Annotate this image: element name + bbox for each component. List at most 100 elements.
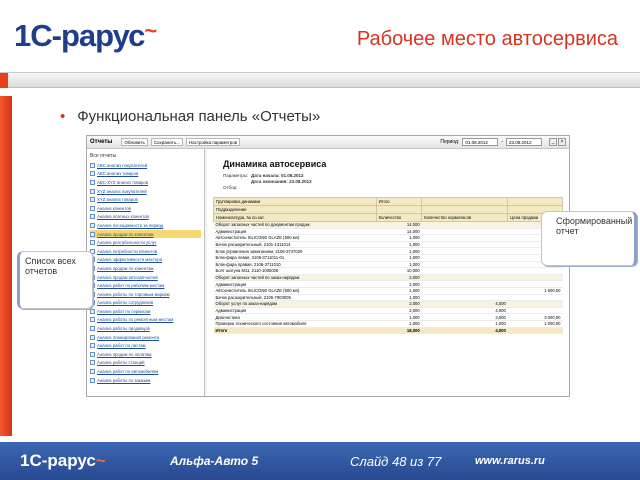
callout-reports-list: Список всех отчетов	[17, 251, 93, 309]
report-icon	[90, 317, 95, 323]
report-icon	[90, 369, 95, 375]
report-list-item[interactable]: Анализ продаж автозапчастей	[90, 273, 201, 282]
report-list-item[interactable]: Анализ работы станций	[90, 359, 201, 368]
report-list-item[interactable]: Анализ посещаемости за период	[90, 221, 201, 230]
report-icon	[90, 360, 95, 366]
window-toolbar: Отчеты Обновить Сохранить... Настройка п…	[87, 136, 569, 149]
report-list-item[interactable]: Анализ клиентов	[90, 204, 201, 213]
report-title: Динамика автосервиса	[223, 159, 327, 169]
footer-url[interactable]: www.rarus.ru	[475, 455, 545, 467]
report-list-item[interactable]: Анализ работ по листам	[90, 341, 201, 350]
report-list-item[interactable]: Анализ работы сотрудников	[90, 299, 201, 308]
report-icon	[90, 351, 95, 357]
save-button[interactable]: Сохранить...	[150, 138, 183, 146]
table-total-row: Итого 18,000 4,000	[213, 327, 563, 335]
report-list-item[interactable]: Анализ продаж по клиентам	[90, 229, 201, 239]
report-list-item[interactable]: Анализ работы по заказам	[90, 376, 201, 385]
report-icon	[90, 162, 95, 168]
col-qty: Количество	[375, 213, 423, 222]
window-controls: _ ×	[549, 138, 566, 146]
report-icon	[90, 377, 95, 383]
rarus-logo: 1С-рарус~	[14, 18, 157, 53]
table-row: Оборот услуг по заказ-нарядам 2,000 4,000	[213, 300, 563, 308]
reports-list-panel: Все отчеты ABC анализ покупателей ABC ана…	[87, 149, 205, 396]
period-label: Период:	[440, 139, 460, 145]
report-list-item[interactable]: Анализ работы продавцов	[90, 324, 201, 333]
report-icon	[90, 222, 95, 228]
report-list-item[interactable]: Анализ потребности клиентов	[90, 247, 201, 256]
table-row: Автоочиститель SILICONE GLAZE (500 мл) 1,…	[213, 287, 563, 295]
callout-generated-report: Сформированный отчет	[541, 211, 637, 266]
table-row: Диагностика 1,000 3,000 3 000,00	[213, 313, 563, 321]
table-row: Блок-фара правая, 2106-3711010 1,000	[213, 261, 563, 269]
table-row: Болт шатуна М11, 2110-1005028 10,000	[213, 267, 563, 275]
report-list-item[interactable]: Анализ работ по рабочим местам	[90, 281, 201, 290]
report-icon	[90, 188, 95, 194]
table-row: Администрация 14,000	[213, 228, 563, 236]
refresh-button[interactable]: Обновить	[121, 138, 148, 146]
report-panel: Динамика автосервиса Параметры: Дата нача…	[207, 149, 569, 396]
col-grouping: Группировка динамики	[213, 197, 377, 206]
report-list-item[interactable]: Анализ эффективности мастера	[90, 256, 201, 265]
report-icon	[90, 343, 95, 349]
slide-number: Слайд 48 из 77	[350, 453, 442, 469]
table-row: Проверка технического состояния автомоби…	[213, 320, 563, 328]
report-list-item[interactable]: Анализ работ по сервисам	[90, 307, 201, 316]
report-list-item[interactable]: Анализ продаж по оплатам	[90, 350, 201, 359]
minimize-icon[interactable]: _	[549, 138, 557, 146]
col-division: Подразделение	[213, 205, 377, 214]
slide-title: Рабочее место автосервиса	[356, 28, 618, 50]
table-row: Бачок расширительный, 2101-1311014 1,000	[213, 241, 563, 249]
report-list-item[interactable]: XYZ анализ товаров	[90, 195, 201, 204]
report-icon	[90, 334, 95, 340]
report-icon	[90, 240, 95, 246]
col-total: Итого	[375, 197, 423, 206]
report-list-item[interactable]: Анализ продаж по клиентам	[90, 264, 201, 273]
report-list-item[interactable]: ABC анализ покупателей	[90, 161, 201, 170]
table-row: Оборот запасных частей по заказ-нарядам 2…	[213, 274, 563, 282]
col-hours: Количество нормочасов	[421, 213, 509, 222]
report-icon	[90, 205, 95, 211]
report-list-item[interactable]: XYZ анализ покупателей	[90, 187, 201, 196]
footer: 1С-рарус~ Альфа-Авто 5 Слайд 48 из 77 ww…	[0, 442, 640, 480]
report-list-item[interactable]: ABC анализ товаров	[90, 170, 201, 179]
close-icon[interactable]: ×	[558, 138, 566, 146]
report-list-item[interactable]: Анализ рентабельности услуг	[90, 238, 201, 247]
date-from-field[interactable]: 01.08.2012	[462, 138, 499, 146]
table-row: Блок управления зажиганием, 2106-3747020…	[213, 247, 563, 255]
report-icon	[90, 326, 95, 332]
footer-product: Альфа-Авто 5	[170, 454, 259, 468]
top-stripe	[0, 72, 640, 88]
report-icon	[90, 171, 95, 177]
report-list-item[interactable]: Анализ планирования ремонта	[90, 333, 201, 342]
footer-logo: 1С-рарус~	[20, 451, 106, 470]
table-row: Администрация 2,000	[213, 280, 563, 288]
table-row: Автоочиститель SILICONE GLAZE (500 мл) 1,…	[213, 234, 563, 242]
table-row: Бачок расширительный, 2106-7903005 1,000	[213, 294, 563, 302]
report-icon	[90, 214, 95, 220]
report-icon	[90, 197, 95, 203]
col-item: Номенклатура, № по кат.	[213, 213, 377, 222]
top-accent	[0, 73, 8, 88]
reports-window: Отчеты Обновить Сохранить... Настройка п…	[86, 135, 570, 397]
report-list-item[interactable]: ABC-XYZ анализ товаров	[90, 178, 201, 187]
report-table: Группировка динамики Итого Подразделение…	[213, 197, 563, 335]
window-title: Отчеты	[90, 139, 113, 145]
table-row: Блок-фара левая, 2106-3711011-01 1,000	[213, 254, 563, 262]
left-accent-bar	[0, 96, 12, 436]
table-row: Оборот запасных частей по документам про…	[213, 221, 563, 229]
date-to-field[interactable]: 23.08.2012	[506, 138, 542, 146]
table-row: Администрация 2,000 4,000	[213, 307, 563, 315]
report-icon	[90, 308, 95, 314]
report-icon	[90, 231, 95, 237]
report-list-item[interactable]: Анализ работы по торговым маркам	[90, 290, 201, 299]
report-params: Параметры: Дата начала: 01.08.2012 Дата о…	[223, 173, 312, 190]
report-list-item[interactable]: Анализ платных клиентов	[90, 213, 201, 222]
settings-button[interactable]: Настройка параметров	[185, 138, 241, 146]
bullet-text: Функциональная панель «Отчеты»	[60, 108, 320, 125]
report-icon	[90, 179, 95, 185]
report-list-item[interactable]: Анализ работы по ремонтным местам	[90, 316, 201, 325]
reports-list-header: Все отчеты	[90, 153, 117, 159]
report-list-item[interactable]: Анализ работ по автомобилям	[90, 367, 201, 376]
swoosh-icon: ~	[144, 18, 157, 43]
